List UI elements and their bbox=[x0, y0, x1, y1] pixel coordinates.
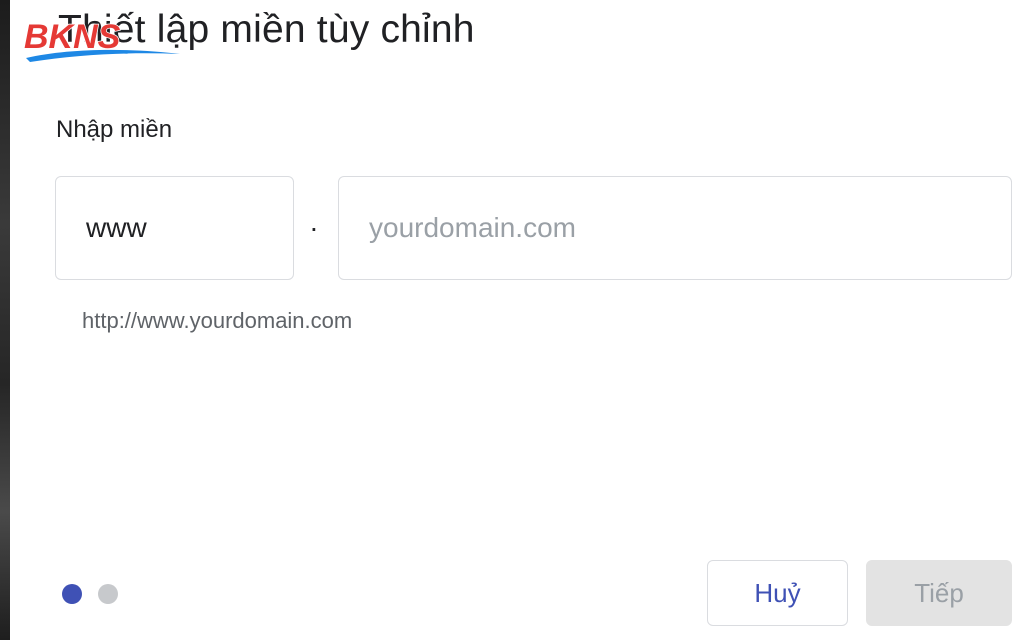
url-preview-hint: http://www.yourdomain.com bbox=[82, 308, 353, 333]
domain-separator: . bbox=[310, 206, 318, 237]
subdomain-input[interactable] bbox=[56, 177, 293, 279]
step-dot-inactive bbox=[98, 584, 118, 604]
bkns-logo: BKNS bbox=[20, 14, 180, 66]
next-button[interactable]: Tiếp bbox=[866, 560, 1012, 626]
domain-field[interactable] bbox=[338, 176, 1012, 280]
subdomain-field[interactable] bbox=[55, 176, 294, 280]
domain-section-label: Nhập miền bbox=[56, 116, 173, 143]
domain-input[interactable] bbox=[339, 177, 1011, 279]
step-dot-active bbox=[62, 584, 82, 604]
setup-custom-domain-dialog: Thiết lập miền tùy chỉnh BKNS Nhập miền … bbox=[10, 0, 1024, 640]
cancel-button[interactable]: Huỷ bbox=[707, 560, 848, 626]
